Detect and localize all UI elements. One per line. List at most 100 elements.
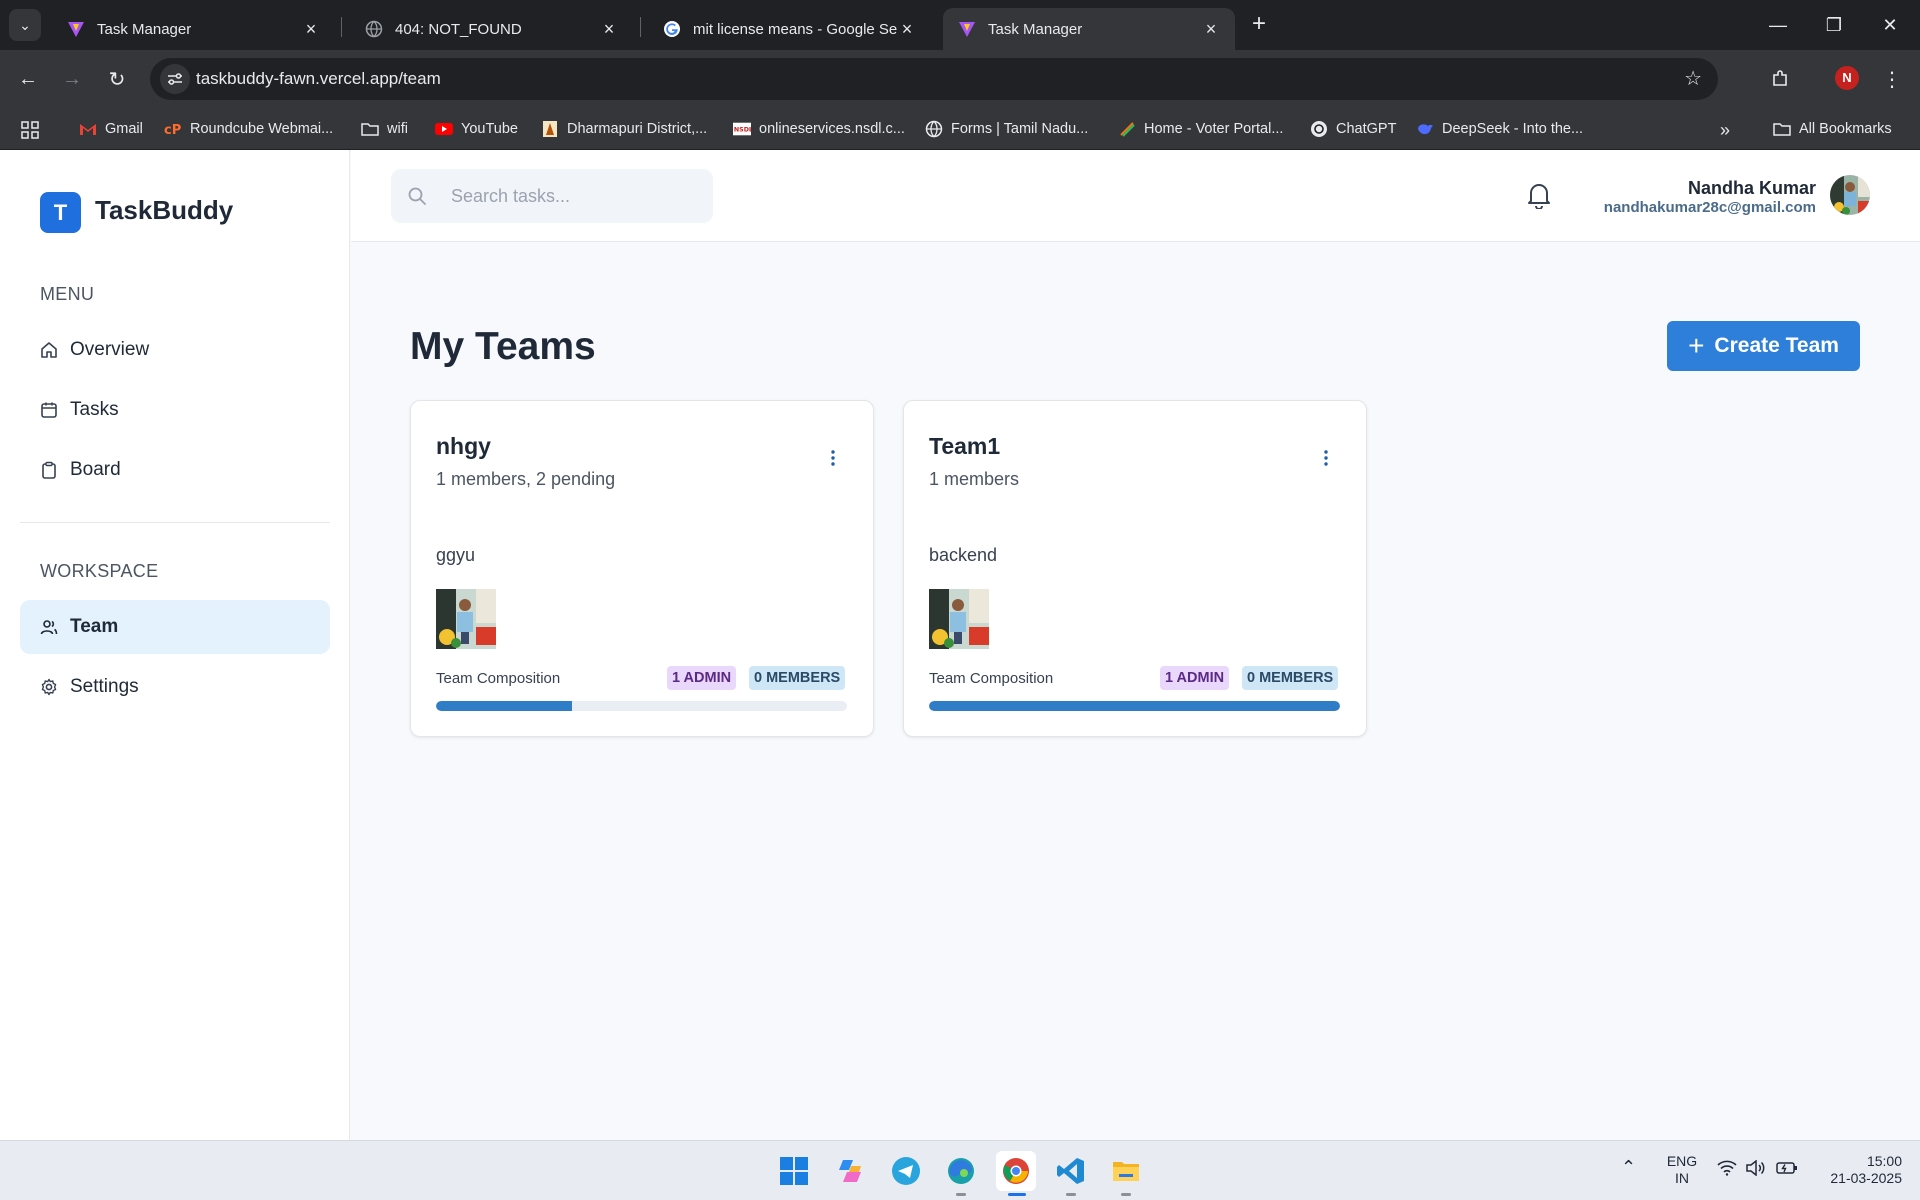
tab-separator <box>640 17 641 37</box>
vscode-icon[interactable] <box>1051 1151 1091 1191</box>
member-avatar[interactable] <box>436 589 496 649</box>
new-tab-icon[interactable]: + <box>1245 10 1273 38</box>
sidebar-item-label: Overview <box>70 339 150 360</box>
user-avatar[interactable] <box>1830 175 1870 215</box>
team-description: ggyu <box>436 545 476 565</box>
bookmark-chatgpt[interactable]: ChatGPT <box>1310 120 1396 138</box>
volume-icon[interactable] <box>1746 1159 1766 1180</box>
vite-favicon-icon <box>957 19 977 39</box>
tab-google-search[interactable]: mit license means - Google Search × <box>648 8 931 50</box>
restore-icon[interactable]: ❐ <box>1806 0 1862 50</box>
globe-icon <box>925 120 943 138</box>
folder-icon <box>361 120 379 138</box>
chevron-up-icon[interactable]: ⌃ <box>1621 1158 1636 1176</box>
tab-404[interactable]: 404: NOT_FOUND × <box>350 8 633 50</box>
minimize-icon[interactable]: — <box>1750 0 1806 50</box>
sidebar-divider <box>20 522 330 523</box>
close-tab-icon[interactable]: × <box>897 19 917 40</box>
chrome-icon[interactable] <box>996 1151 1036 1191</box>
team-card[interactable]: nhgy 1 members, 2 pending ggyu Team Comp… <box>410 400 874 737</box>
bookmark-roundcube[interactable]: cP Roundcube Webmai... <box>164 120 333 138</box>
more-bookmarks-icon[interactable]: » <box>1720 120 1730 141</box>
clock[interactable]: 15:00 21-03-2025 <box>1812 1153 1902 1187</box>
close-window-icon[interactable]: ✕ <box>1862 0 1918 50</box>
close-tab-icon[interactable]: × <box>1201 19 1221 40</box>
gmail-icon <box>79 120 97 138</box>
sidebar-item-team[interactable]: Team <box>20 600 330 654</box>
bookmark-label: ChatGPT <box>1336 121 1397 137</box>
sidebar-item-board[interactable]: Board <box>20 443 330 497</box>
running-indicator <box>1121 1193 1131 1196</box>
member-avatar[interactable] <box>929 589 989 649</box>
bookmark-label: Dharmapuri District,... <box>567 121 708 137</box>
profile-avatar[interactable]: N <box>1835 66 1859 90</box>
tab-task-manager-1[interactable]: Task Manager × <box>52 8 335 50</box>
sidebar-item-overview[interactable]: Overview <box>20 323 330 377</box>
address-bar[interactable]: taskbuddy-fawn.vercel.app/team ☆ <box>150 58 1718 100</box>
edge-icon[interactable] <box>941 1151 981 1191</box>
bookmark-label: Home - Voter Portal... <box>1144 121 1284 137</box>
bookmark-star-icon[interactable]: ☆ <box>1684 66 1702 91</box>
copilot-icon[interactable] <box>830 1151 870 1191</box>
more-options-icon[interactable] <box>1322 449 1330 467</box>
svg-text:cP: cP <box>164 123 181 136</box>
plus-icon: + <box>1688 330 1705 361</box>
bookmark-voter-portal[interactable]: Home - Voter Portal... <box>1118 120 1283 138</box>
district-emblem-icon <box>541 120 559 138</box>
windows-start-icon[interactable] <box>774 1151 814 1191</box>
close-tab-icon[interactable]: × <box>301 19 321 40</box>
reload-icon[interactable]: ↻ <box>101 63 133 95</box>
region-text: IN <box>1675 1170 1689 1186</box>
sidebar-item-label: Team <box>70 616 119 637</box>
sidebar: T TaskBuddy MENU Overview Tasks Board WO… <box>0 150 350 1140</box>
browser-menu-icon[interactable]: ⋮ <box>1876 63 1908 95</box>
bookmark-wifi[interactable]: wifi <box>361 120 408 138</box>
admin-count-badge: 1 ADMIN <box>667 666 737 690</box>
clipboard-icon <box>40 461 58 479</box>
bookmarks-bar: Gmail cP Roundcube Webmai... wifi YouTub… <box>0 108 1920 150</box>
bookmark-nsdl[interactable]: NSDL onlineservices.nsdl.c... <box>733 120 905 138</box>
file-explorer-icon[interactable] <box>1106 1151 1146 1191</box>
team-card[interactable]: Team1 1 members backend Team Composition… <box>903 400 1367 737</box>
back-icon[interactable]: ← <box>12 63 44 95</box>
bookmark-label: Forms | Tamil Nadu... <box>951 121 1089 137</box>
site-info-icon[interactable] <box>160 64 190 94</box>
bookmark-label: Gmail <box>105 121 143 137</box>
sidebar-item-settings[interactable]: Settings <box>20 660 330 714</box>
all-bookmarks[interactable]: All Bookmarks <box>1773 120 1892 138</box>
tab-task-manager-active[interactable]: Task Manager × <box>943 8 1235 50</box>
tab-search-icon[interactable]: ⌄ <box>9 9 41 41</box>
url-text: taskbuddy-fawn.vercel.app/team <box>196 69 441 88</box>
search-input[interactable] <box>451 183 691 209</box>
bookmark-deepseek[interactable]: DeepSeek - Into the... <box>1416 120 1583 138</box>
deepseek-icon <box>1416 120 1434 138</box>
forward-icon[interactable]: → <box>56 63 88 95</box>
bookmark-dharmapuri[interactable]: Dharmapuri District,... <box>541 120 707 138</box>
bookmark-label: DeepSeek - Into the... <box>1442 121 1584 137</box>
user-email: nandhakumar28c@gmail.com <box>1603 199 1816 216</box>
running-indicator <box>956 1193 966 1196</box>
wifi-icon[interactable] <box>1717 1160 1737 1180</box>
notification-bell-icon[interactable] <box>1526 181 1552 214</box>
brand-name: TaskBuddy <box>95 195 234 225</box>
home-icon <box>40 341 58 359</box>
more-options-icon[interactable] <box>829 449 837 467</box>
close-tab-icon[interactable]: × <box>599 19 619 40</box>
bookmark-forms-tn[interactable]: Forms | Tamil Nadu... <box>925 120 1088 138</box>
language-indicator[interactable]: ENG IN <box>1662 1153 1702 1187</box>
bookmark-youtube[interactable]: YouTube <box>435 120 518 138</box>
team-name: nhgy <box>436 433 491 459</box>
search-box[interactable] <box>391 169 713 223</box>
team-members-count: 1 members <box>929 469 1020 489</box>
bookmark-gmail[interactable]: Gmail <box>79 120 143 138</box>
sidebar-item-tasks[interactable]: Tasks <box>20 383 330 437</box>
create-team-button[interactable]: + Create Team <box>1667 321 1860 371</box>
telegram-icon[interactable] <box>886 1151 926 1191</box>
battery-icon[interactable] <box>1776 1161 1798 1179</box>
apps-grid-icon[interactable] <box>20 120 40 140</box>
logo-mark: T <box>40 192 81 233</box>
calendar-icon <box>40 401 58 419</box>
extensions-icon[interactable] <box>1764 63 1796 95</box>
gear-icon <box>40 678 58 696</box>
language-text: ENG <box>1666 1153 1698 1169</box>
